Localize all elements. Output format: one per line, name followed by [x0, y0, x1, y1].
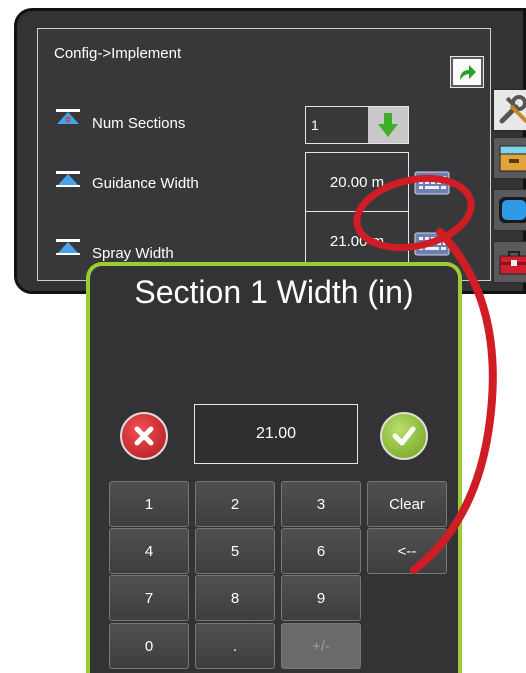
next-page-button[interactable]: [450, 56, 484, 88]
display-screen-icon: [499, 197, 526, 223]
guidance-width-label: Guidance Width: [92, 175, 199, 192]
guidance-width-field[interactable]: 20.00 m: [305, 152, 409, 212]
key-4[interactable]: 4: [109, 528, 189, 574]
tab-tools[interactable]: [493, 89, 526, 131]
num-sections-value: 1: [311, 117, 319, 133]
num-sections-dropdown[interactable]: [368, 107, 408, 143]
keyboard-icon[interactable]: [414, 232, 450, 256]
cancel-button[interactable]: [120, 412, 168, 460]
toolbox-icon: [499, 251, 526, 275]
key-0[interactable]: 0: [109, 623, 189, 669]
spray-width-icon: [56, 239, 80, 255]
tab-toolbox[interactable]: [493, 241, 526, 283]
storage-drawer-icon: [499, 145, 526, 172]
spray-width-label: Spray Width: [92, 245, 174, 262]
key-8[interactable]: 8: [195, 575, 275, 621]
key-9[interactable]: 9: [281, 575, 361, 621]
keypad-display: 21.00: [194, 404, 358, 464]
num-sections-label: Num Sections: [92, 115, 186, 132]
key-decimal[interactable]: .: [195, 623, 275, 669]
config-screen: Config->Implement # Num Sections 1 Guida…: [14, 8, 526, 294]
key-5[interactable]: 5: [195, 528, 275, 574]
svg-text:#: #: [65, 115, 71, 125]
accept-button[interactable]: [380, 412, 428, 460]
backspace-button[interactable]: <--: [367, 528, 447, 574]
forward-arrow-icon: [460, 65, 476, 80]
key-2[interactable]: 2: [195, 481, 275, 527]
guidance-width-icon: [56, 171, 80, 187]
clear-button[interactable]: Clear: [367, 481, 447, 527]
checkmark-icon: [392, 426, 416, 446]
section-width-keypad: Section 1 Width (in) 21.00 1 2 3 Clear 4 5 6 <-…: [86, 262, 462, 673]
num-sections-field[interactable]: 1: [305, 106, 409, 144]
num-sections-icon: #: [56, 109, 80, 125]
key-plus-minus: +/-: [281, 623, 361, 669]
key-7[interactable]: 7: [109, 575, 189, 621]
implement-panel: Config->Implement # Num Sections 1 Guida…: [37, 28, 491, 281]
keypad-title: Section 1 Width (in): [134, 274, 414, 310]
tab-display[interactable]: [493, 189, 526, 231]
key-1[interactable]: 1: [109, 481, 189, 527]
key-6[interactable]: 6: [281, 528, 361, 574]
wrench-screwdriver-icon: [499, 95, 526, 124]
close-icon: [134, 426, 154, 446]
tab-storage[interactable]: [493, 137, 526, 179]
key-3[interactable]: 3: [281, 481, 361, 527]
keyboard-icon[interactable]: [414, 171, 450, 195]
arrow-down-icon: [378, 113, 398, 137]
breadcrumb: Config->Implement: [54, 45, 182, 62]
